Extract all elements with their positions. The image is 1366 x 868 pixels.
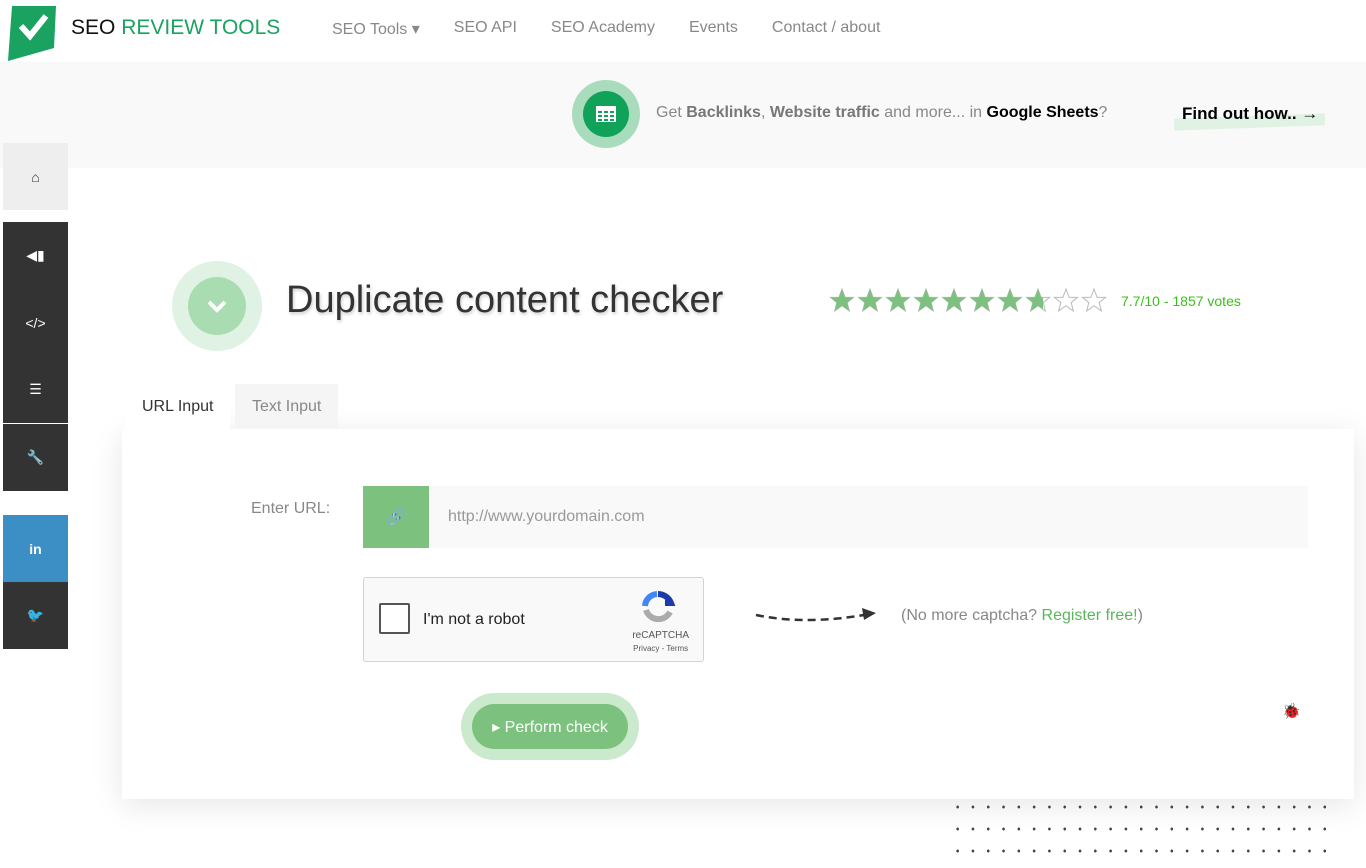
sidebar-marketing[interactable]: ◀▮ [3,222,68,289]
sidebar-tools[interactable]: 🔧 [3,424,68,491]
tab-text-input[interactable]: Text Input [235,384,339,429]
url-input[interactable] [429,486,1308,548]
dashed-arrow-icon [755,608,876,622]
star-icon[interactable] [857,288,883,312]
promo-text: Get Backlinks, Website traffic and more.… [656,104,1108,121]
tab-url-input[interactable]: URL Input [125,384,231,429]
recaptcha-brand: reCAPTCHA [632,630,689,641]
nav-seo-academy[interactable]: SEO Academy [551,19,655,39]
link-icon: 🔗 [363,486,429,548]
recaptcha-label: I'm not a robot [423,611,525,628]
rating-text: 7.7/10 - 1857 votes [1121,293,1241,309]
star-icon[interactable] [885,288,911,312]
code-icon: </> [25,314,46,331]
spreadsheet-icon [572,80,640,148]
rating-stars[interactable] [829,288,1107,312]
star-icon[interactable] [1025,288,1051,312]
star-icon[interactable] [969,288,995,312]
sidebar-code[interactable]: </> [3,289,68,356]
bug-icon[interactable]: 🐞 [1282,702,1301,720]
sidebar-content[interactable]: ☰ [3,356,68,423]
star-icon[interactable] [913,288,939,312]
align-left-icon: ☰ [29,381,42,397]
twitter-icon: 🐦 [26,607,45,623]
sidebar-twitter[interactable]: 🐦 [3,582,68,649]
star-icon[interactable] [1081,288,1107,312]
star-icon[interactable] [997,288,1023,312]
url-label: Enter URL: [251,500,331,517]
logo-icon[interactable] [8,6,56,61]
nav-contact[interactable]: Contact / about [772,19,881,39]
recaptcha-widget: I'm not a robot reCAPTCHA Privacy - Terms [363,577,704,662]
top-navbar: SEO REVIEW TOOLS SEO Tools ▾ SEO API SEO… [0,0,1366,62]
star-icon[interactable] [1053,288,1079,312]
home-icon: ⌂ [31,168,40,185]
perform-check-button[interactable]: ▸ Perform check [472,704,628,749]
main-nav: SEO Tools ▾ SEO API SEO Academy Events C… [332,19,880,39]
megaphone-icon: ◀▮ [26,247,45,263]
chevron-down-icon[interactable] [172,261,262,351]
sidebar-home[interactable]: ⌂ [3,143,68,210]
star-icon[interactable] [941,288,967,312]
no-captcha-note: (No more captcha? Register free!) [901,607,1143,624]
register-free-link[interactable]: Register free! [1042,607,1138,624]
recaptcha-privacy-terms[interactable]: Privacy - Terms [632,644,689,653]
nav-events[interactable]: Events [689,19,738,39]
form-card [122,429,1354,799]
page-title: Duplicate content checker [286,279,724,321]
wrench-icon: 🔧 [26,449,45,465]
sidebar-linkedin[interactable]: in [3,515,68,582]
recaptcha-checkbox[interactable] [379,603,410,634]
find-out-how-link[interactable]: Find out how.. → [1182,104,1318,124]
star-icon[interactable] [829,288,855,312]
nav-seo-api[interactable]: SEO API [454,19,517,39]
perform-check-wrap: ▸ Perform check [461,693,639,760]
linkedin-icon: in [29,540,42,557]
recaptcha-icon [642,591,676,623]
brand-name[interactable]: SEO REVIEW TOOLS [71,16,280,40]
nav-seo-tools[interactable]: SEO Tools ▾ [332,19,420,39]
decorative-dots [950,796,1330,856]
